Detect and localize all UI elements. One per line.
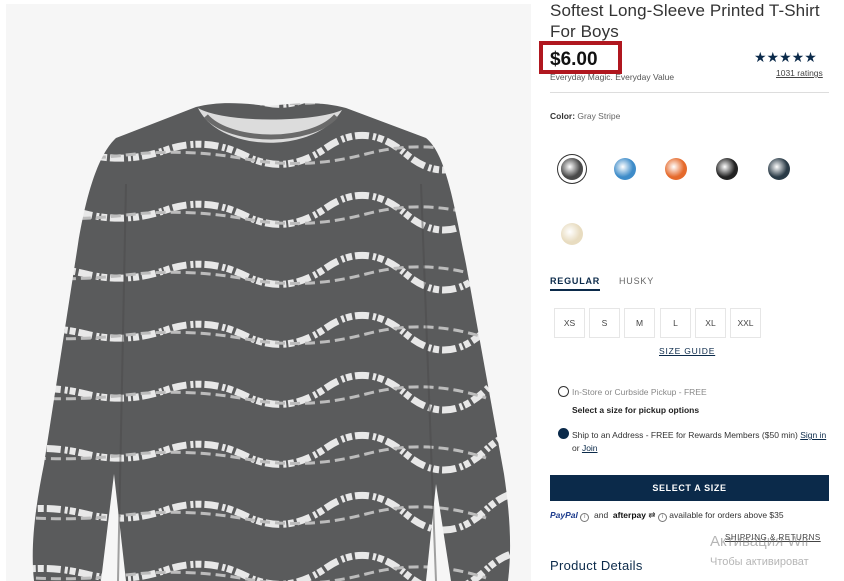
tab-regular[interactable]: REGULAR — [550, 276, 601, 291]
size-xl-button[interactable]: XL — [695, 308, 726, 338]
info-icon[interactable]: i — [657, 513, 667, 522]
payment-note: available for orders above $35 — [669, 510, 784, 520]
os-activation-watermark: Активация Wir — [710, 533, 810, 550]
swatch-blue-tie-dye[interactable] — [614, 158, 636, 180]
swatch-dark-teal-tie-dye[interactable] — [768, 158, 790, 180]
pickup-hint: Select a size for pickup options — [572, 405, 700, 415]
paypal-logo: PayPal — [550, 510, 578, 520]
sign-in-link[interactable]: Sign in — [800, 430, 826, 440]
rating-stars[interactable]: ★★★★★ — [754, 49, 817, 66]
product-info-panel: Softest Long-Sleeve Printed T-Shirt For … — [539, 0, 835, 581]
product-details-heading[interactable]: Product Details — [550, 558, 643, 573]
pickup-radio[interactable] — [558, 386, 569, 397]
product-title: Softest Long-Sleeve Printed T-Shirt For … — [550, 1, 820, 41]
swatch-gray-stripe[interactable] — [561, 158, 583, 180]
size-m-button[interactable]: M — [624, 308, 655, 338]
price-tagline: Everyday Magic. Everyday Value — [550, 72, 675, 82]
and-text: and — [594, 510, 609, 520]
swatch-orange-tie-dye[interactable] — [665, 158, 687, 180]
product-price: $6.00 — [550, 49, 598, 70]
ratings-link[interactable]: 1031 ratings — [776, 68, 823, 78]
tab-husky[interactable]: HUSKY — [619, 276, 654, 286]
afterpay-logo: afterpay — [612, 510, 646, 520]
ship-label: Ship to an Address - FREE for Rewards Me… — [572, 429, 830, 455]
color-selected-name: Gray Stripe — [577, 111, 621, 121]
swatch-cream[interactable] — [561, 223, 583, 245]
info-icon[interactable]: i — [580, 513, 590, 522]
size-s-button[interactable]: S — [589, 308, 620, 338]
os-activation-watermark-subtitle: Чтобы активироват — [710, 556, 809, 568]
join-link[interactable]: Join — [582, 443, 598, 453]
afterpay-icon: ⇄ — [648, 510, 656, 520]
swatch-black[interactable] — [716, 158, 738, 180]
size-xs-button[interactable]: XS — [554, 308, 585, 338]
color-label: Color: Gray Stripe — [550, 111, 620, 121]
payment-options: PayPal i and afterpay ⇄ i available for … — [550, 510, 784, 522]
size-xxl-button[interactable]: XXL — [730, 308, 761, 338]
select-size-button[interactable]: SELECT A SIZE — [550, 475, 829, 501]
size-l-button[interactable]: L — [660, 308, 691, 338]
or-text: or — [572, 443, 580, 453]
product-image[interactable] — [6, 4, 531, 581]
ship-label-text: Ship to an Address - FREE for Rewards Me… — [572, 430, 798, 440]
pickup-label: In-Store or Curbside Pickup - FREE — [572, 387, 707, 397]
color-label-prefix: Color: — [550, 111, 576, 121]
size-guide-link[interactable]: SIZE GUIDE — [659, 346, 715, 356]
ship-radio[interactable] — [558, 428, 569, 439]
divider — [550, 92, 829, 93]
